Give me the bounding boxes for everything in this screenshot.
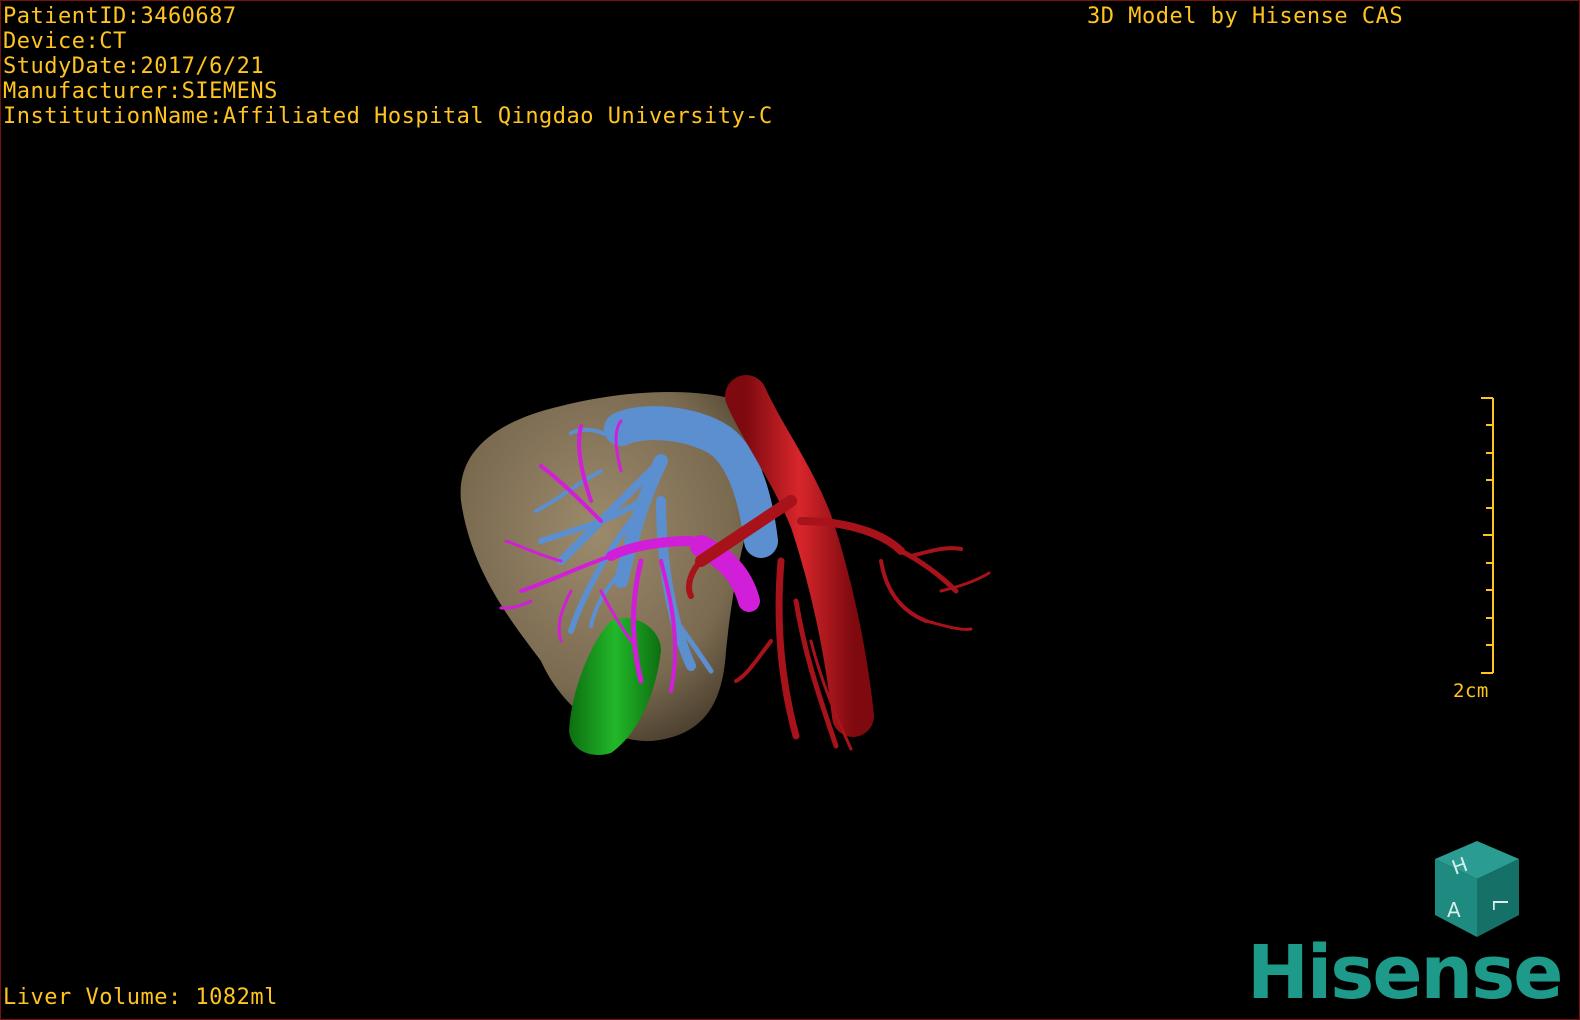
orientation-face-a: A	[1447, 898, 1461, 922]
study-date: StudyDate:2017/6/21	[3, 54, 265, 79]
liver-volume-readout: Liver Volume: 1082ml	[3, 985, 278, 1010]
scale-label: 2cm	[1453, 680, 1489, 702]
patient-id: PatientID:3460687	[3, 4, 237, 29]
institution-name: InstitutionName:Affiliated Hospital Qing…	[3, 104, 773, 129]
3d-viewport[interactable]: PatientID:3460687 Device:CT StudyDate:2017…	[0, 0, 1580, 1020]
3d-liver-model[interactable]	[1, 1, 1579, 1019]
orientation-face-l: L	[1488, 899, 1512, 911]
model-credit: 3D Model by Hisense CAS	[1087, 4, 1404, 29]
scale-bar	[1481, 397, 1494, 674]
hisense-logo: Hisense	[1247, 930, 1563, 1016]
device: Device:CT	[3, 29, 127, 54]
manufacturer: Manufacturer:SIEMENS	[3, 79, 278, 104]
patient-info-block: PatientID:3460687 Device:CT StudyDate:2017…	[3, 4, 773, 129]
